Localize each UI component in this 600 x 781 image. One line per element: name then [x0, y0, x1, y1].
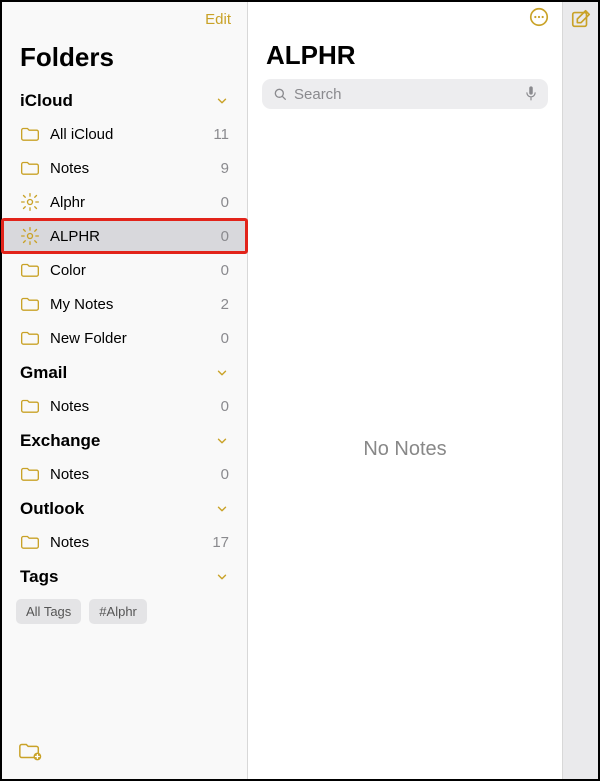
folder-count: 0 — [211, 330, 229, 347]
folder-icon — [20, 330, 40, 347]
new-folder-button[interactable] — [18, 749, 42, 766]
folder-icon-wrap — [20, 158, 40, 178]
folder-name: New Folder — [50, 330, 201, 347]
folder-icon — [20, 466, 40, 483]
folder-icon-wrap — [20, 124, 40, 144]
section-header-gmail[interactable]: Gmail — [2, 355, 247, 389]
folder-icon — [20, 160, 40, 177]
folder-name: ALPHR — [50, 228, 201, 245]
folder-name: Alphr — [50, 194, 201, 211]
folder-icon-wrap — [20, 328, 40, 348]
folder-row[interactable]: My Notes 2 — [2, 287, 247, 321]
search-wrap — [248, 79, 562, 119]
gear-icon — [20, 192, 40, 212]
folder-row[interactable]: Notes 9 — [2, 151, 247, 185]
folder-count: 0 — [211, 228, 229, 245]
folder-row[interactable]: Notes 0 — [2, 389, 247, 423]
folder-row[interactable]: ALPHR 0 — [2, 219, 247, 253]
folder-icon-wrap — [20, 294, 40, 314]
folder-count: 0 — [211, 194, 229, 211]
section-title: iCloud — [20, 91, 73, 111]
folder-name: Notes — [50, 466, 201, 483]
folder-name: Color — [50, 262, 201, 279]
folder-plus-icon — [18, 740, 42, 762]
gear-icon-wrap — [20, 192, 40, 212]
folder-count: 2 — [211, 296, 229, 313]
folder-icon — [20, 398, 40, 415]
search-input[interactable] — [294, 86, 518, 103]
sidebar-toolbar: Edit — [2, 2, 247, 36]
section-title: Gmail — [20, 363, 67, 383]
folder-name: Notes — [50, 160, 201, 177]
section-header-tags[interactable]: Tags — [2, 559, 247, 593]
folder-count: 0 — [211, 262, 229, 279]
folder-icon-wrap — [20, 396, 40, 416]
folder-row[interactable]: Color 0 — [2, 253, 247, 287]
folder-row[interactable]: Notes 17 — [2, 525, 247, 559]
tag-chip[interactable]: All Tags — [16, 599, 81, 624]
folder-name: Notes — [50, 534, 201, 551]
edit-button[interactable]: Edit — [205, 11, 231, 28]
folder-icon-wrap — [20, 464, 40, 484]
right-strip — [562, 2, 598, 779]
folder-row[interactable]: Alphr 0 — [2, 185, 247, 219]
compose-button[interactable] — [570, 8, 592, 35]
search-field[interactable] — [262, 79, 548, 109]
chevron-down-icon — [215, 502, 229, 516]
main-pane: ALPHR No Notes — [248, 2, 562, 779]
ellipsis-circle-icon — [528, 6, 550, 28]
chevron-down-icon — [215, 570, 229, 584]
folder-count: 9 — [211, 160, 229, 177]
sidebar-bottom — [2, 728, 247, 779]
folders-title: Folders — [2, 36, 247, 83]
chevron-down-icon — [215, 366, 229, 380]
empty-notes-label: No Notes — [248, 119, 562, 779]
folder-name: Notes — [50, 398, 201, 415]
folder-count: 11 — [211, 126, 229, 143]
section-title: Exchange — [20, 431, 100, 451]
folder-icon — [20, 534, 40, 551]
folder-row[interactable]: All iCloud 11 — [2, 117, 247, 151]
sidebar: Edit Folders iCloud All iCloud 11 Notes 9 Alp… — [2, 2, 248, 779]
folder-icon — [20, 296, 40, 313]
notes-list-title: ALPHR — [248, 36, 562, 79]
folder-row[interactable]: Notes 0 — [2, 457, 247, 491]
folder-name: All iCloud — [50, 126, 201, 143]
folder-name: My Notes — [50, 296, 201, 313]
section-title: Tags — [20, 567, 58, 587]
tag-chip[interactable]: #Alphr — [89, 599, 147, 624]
section-header-outlook[interactable]: Outlook — [2, 491, 247, 525]
folder-icon-wrap — [20, 260, 40, 280]
more-options-button[interactable] — [528, 6, 550, 33]
chevron-down-icon — [215, 434, 229, 448]
folder-icon-wrap — [20, 532, 40, 552]
folder-count: 0 — [211, 398, 229, 415]
gear-icon-wrap — [20, 226, 40, 246]
chevron-down-icon — [215, 94, 229, 108]
folder-count: 0 — [211, 466, 229, 483]
section-title: Outlook — [20, 499, 84, 519]
folder-count: 17 — [211, 534, 229, 551]
mic-icon[interactable] — [524, 85, 538, 103]
tags-row: All Tags #Alphr — [2, 593, 247, 630]
main-toolbar — [248, 2, 562, 36]
compose-icon — [570, 8, 592, 30]
section-header-exchange[interactable]: Exchange — [2, 423, 247, 457]
gear-icon — [20, 226, 40, 246]
folder-icon — [20, 262, 40, 279]
folder-icon — [20, 126, 40, 143]
section-header-icloud[interactable]: iCloud — [2, 83, 247, 117]
folder-row[interactable]: New Folder 0 — [2, 321, 247, 355]
search-icon — [272, 86, 288, 102]
